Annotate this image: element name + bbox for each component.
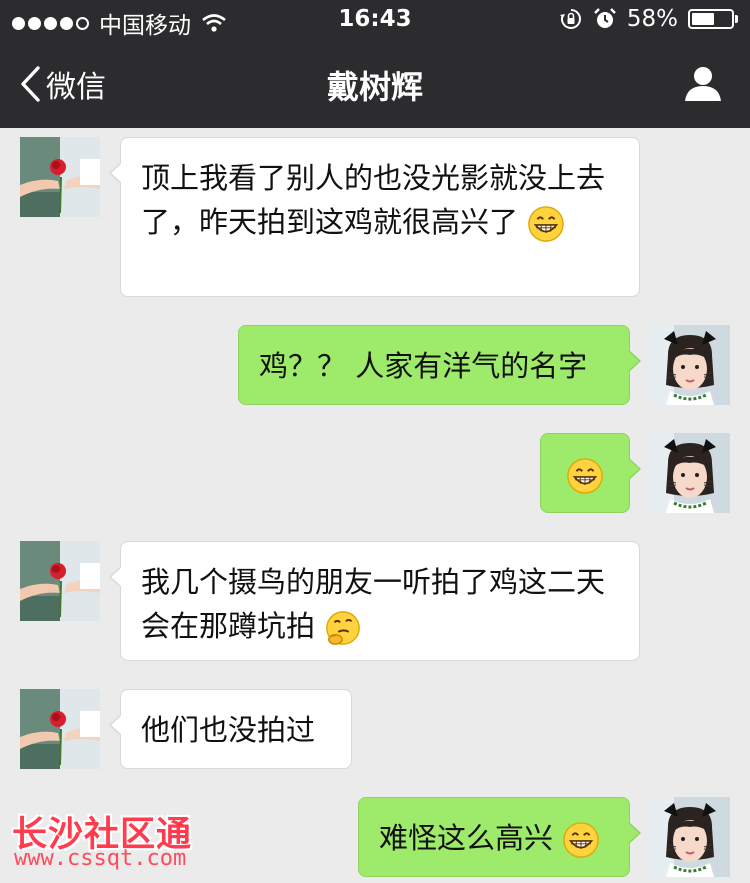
contact-avatar[interactable]: [20, 541, 100, 621]
message-bubble-outgoing[interactable]: [540, 433, 641, 513]
message-text: 难怪这么高兴: [379, 821, 554, 855]
thinking-emoji-icon: [324, 609, 362, 647]
message-bubble-incoming[interactable]: 我几个摄鸟的朋友一听拍了鸡这二天会在那蹲坑拍: [109, 541, 640, 661]
grin-emoji-icon: [562, 821, 600, 859]
alarm-icon: [594, 8, 616, 28]
grin-emoji-icon: [566, 457, 604, 495]
message-text: 鸡？？ 人家有洋气的名字: [259, 349, 588, 383]
battery-icon: [688, 9, 734, 29]
my-avatar[interactable]: [650, 797, 730, 877]
message-bubble-incoming[interactable]: 顶上我看了别人的也没光影就没上去了，昨天拍到这鸡就很高兴了: [109, 137, 640, 297]
status-bar: 中国移动 16:43 58%: [0, 0, 750, 40]
contact-avatar[interactable]: [20, 137, 100, 217]
grin-emoji-icon: [527, 205, 565, 243]
nav-bar: 微信 戴树辉: [0, 40, 750, 128]
chat-title: 戴树辉: [326, 68, 423, 106]
message-bubble-incoming[interactable]: 他们也没拍过: [109, 689, 352, 769]
status-right: 58%: [559, 6, 738, 32]
contact-avatar[interactable]: [20, 689, 100, 769]
profile-button[interactable]: [684, 64, 722, 106]
message-text: 他们也没拍过: [141, 713, 316, 747]
battery-percent: 58%: [626, 6, 678, 32]
message-bubble-outgoing[interactable]: 鸡？？ 人家有洋气的名字: [238, 325, 641, 405]
message-text: 我几个摄鸟的朋友一听拍了鸡这二天会在那蹲坑拍: [141, 565, 606, 643]
orientation-lock-icon: [559, 9, 581, 29]
my-avatar[interactable]: [650, 325, 730, 405]
watermark-url: www.cssqt.com: [14, 846, 187, 871]
my-avatar[interactable]: [650, 433, 730, 513]
message-bubble-outgoing[interactable]: 难怪这么高兴: [358, 797, 641, 877]
person-icon: [685, 67, 721, 101]
